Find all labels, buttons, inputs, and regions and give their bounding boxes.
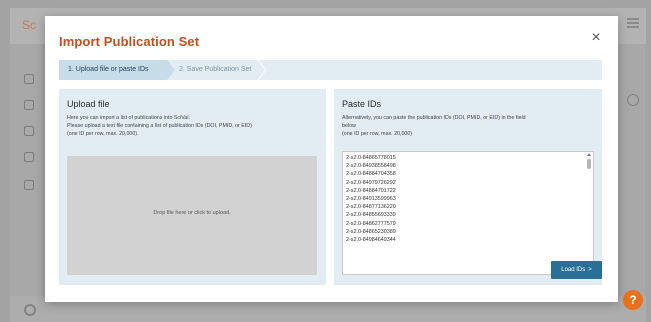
upload-file-panel: Upload file Here you can import a list o… [59, 89, 326, 285]
id-line: 2-s2.0-84865230389 [346, 228, 396, 235]
id-line: 2-s2.0-84984649344 [346, 237, 396, 244]
ids-list: 2-s2.0-84865778015 2-s2.0-84938558498 2-… [346, 154, 396, 244]
id-line: 2-s2.0-84884701722 [346, 187, 396, 194]
upload-file-heading: Upload file [67, 99, 110, 109]
scroll-up-arrow-icon[interactable] [587, 153, 591, 156]
chevron-right-icon: > [588, 267, 592, 273]
hamburger-menu-icon[interactable] [627, 18, 639, 28]
load-ids-label: Load IDs [561, 267, 586, 273]
id-line: 2-s2.0-84979726292 [346, 179, 396, 186]
description-line: (one ID per row, max. 20,000) [342, 131, 413, 137]
id-line: 2-s2.0-84884704358 [346, 171, 396, 178]
sidebar-icon[interactable] [24, 126, 34, 136]
gear-icon[interactable] [24, 304, 36, 316]
dropzone-label: Drop file here or click to upload. [153, 210, 231, 216]
dialog-title: Import Publication Set [59, 34, 200, 49]
description-line: Please upload a text file containing a l… [67, 123, 252, 129]
app-logo: Sc [22, 18, 37, 32]
description-line: below [342, 123, 356, 129]
id-line: 2-s2.0-84862777579 [346, 220, 396, 227]
step-upload[interactable]: 1. Upload file or paste IDs [59, 60, 175, 80]
id-line: 2-s2.0-84938558498 [346, 163, 396, 170]
load-ids-button[interactable]: Load IDs > [551, 261, 602, 279]
id-line: 2-s2.0-84855693339 [346, 212, 396, 219]
paste-ids-panel: Paste IDs Alternatively, you can paste t… [334, 89, 602, 285]
sidebar-icon[interactable] [24, 74, 34, 84]
scroll-thumb[interactable] [587, 159, 591, 169]
wizard-stepper: 1. Upload file or paste IDs 2. Save Publ… [59, 60, 602, 80]
app-right-panel [615, 44, 645, 322]
id-line: 2-s2.0-84913599963 [346, 196, 396, 203]
ids-scrollbar[interactable] [586, 153, 592, 273]
paste-ids-heading: Paste IDs [342, 99, 382, 109]
sidebar-icon[interactable] [24, 152, 34, 162]
help-icon[interactable]: ? [623, 290, 643, 310]
step-save: 2. Save Publication Set [179, 66, 252, 73]
check-circle-icon [627, 94, 639, 106]
id-line: 2-s2.0-84865778015 [346, 155, 396, 161]
sidebar-icon[interactable] [24, 100, 34, 110]
paste-ids-description: Alternatively, you can paste the publica… [342, 114, 590, 138]
description-line: (one ID per row, max. 20,000). [67, 131, 139, 137]
ids-textarea[interactable]: 2-s2.0-84865778015 2-s2.0-84938558498 2-… [342, 151, 594, 275]
close-icon[interactable]: × [588, 30, 604, 46]
id-line: 2-s2.0-84877136220 [346, 204, 396, 211]
description-line: Alternatively, you can paste the publica… [342, 115, 526, 121]
description-line: Here you can import a list of publicatio… [67, 115, 190, 121]
import-publication-set-dialog: Import Publication Set × 1. Upload file … [45, 16, 618, 302]
sidebar-icon[interactable] [24, 180, 34, 190]
upload-file-description: Here you can import a list of publicatio… [67, 114, 315, 138]
file-dropzone[interactable]: Drop file here or click to upload. [67, 156, 317, 275]
